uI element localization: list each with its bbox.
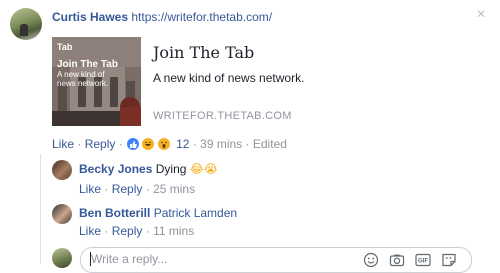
- post-timestamp[interactable]: 39 mins: [200, 137, 242, 151]
- post-actions: Like · Reply · 12 · 39 mins · Edited: [52, 136, 287, 152]
- reply-button[interactable]: Reply: [85, 137, 116, 151]
- thumbnail-subtitle: A new kind of news network.: [57, 70, 109, 88]
- svg-text:GIF: GIF: [418, 259, 428, 265]
- camera-icon[interactable]: [389, 252, 405, 268]
- thread-divider: [40, 154, 41, 264]
- separator: ·: [104, 223, 109, 238]
- edited-label[interactable]: Edited: [253, 137, 287, 151]
- reply-actions: Like · Reply · 11 mins: [79, 223, 194, 238]
- reply-author-name[interactable]: Becky Jones: [79, 162, 152, 176]
- reply-author-name[interactable]: Ben Botterill: [79, 206, 150, 220]
- reply-emoji: 😂😭: [189, 162, 218, 176]
- separator: ·: [118, 136, 123, 151]
- separator: ·: [77, 136, 82, 151]
- reply-reply-button[interactable]: Reply: [112, 224, 143, 238]
- like-reaction-icon: [126, 137, 141, 152]
- reply-composer[interactable]: Write a reply... GIF: [80, 247, 472, 273]
- reply-like-button[interactable]: Like: [79, 224, 101, 238]
- preview-title[interactable]: Join The Tab: [153, 43, 254, 62]
- link-preview-card[interactable]: Tab Join The Tab A new kind of news netw…: [52, 37, 305, 126]
- preview-thumbnail[interactable]: Tab Join The Tab A new kind of news netw…: [52, 37, 141, 126]
- emoji-icon[interactable]: [363, 252, 379, 268]
- reply-timestamp[interactable]: 25 mins: [153, 182, 195, 196]
- reply-reply-button[interactable]: Reply: [112, 182, 143, 196]
- separator: ·: [245, 136, 250, 151]
- separator: ·: [145, 223, 150, 238]
- thumbnail-title: Join The Tab: [57, 59, 118, 70]
- sticker-icon[interactable]: [441, 252, 457, 268]
- post-author-avatar[interactable]: [10, 8, 42, 40]
- close-icon[interactable]: ×: [474, 7, 488, 23]
- reply-author-avatar[interactable]: [52, 160, 72, 180]
- post-header: Curtis Hawes https://writefor.thetab.com…: [52, 10, 272, 24]
- preview-description: A new kind of news network.: [153, 71, 305, 85]
- separator: ·: [104, 181, 109, 196]
- thumbnail-text: Tab Join The Tab A new kind of news netw…: [57, 42, 118, 88]
- reply-timestamp[interactable]: 11 mins: [153, 224, 194, 238]
- reply-text: Dying: [155, 162, 187, 176]
- gif-icon[interactable]: GIF: [415, 252, 431, 268]
- preview-domain: WRITEFOR.THETAB.COM: [153, 110, 292, 122]
- like-button[interactable]: Like: [52, 137, 74, 151]
- reply-input[interactable]: Write a reply...: [91, 252, 167, 266]
- reply-like-button[interactable]: Like: [79, 182, 101, 196]
- reactions-summary[interactable]: 12: [126, 136, 189, 152]
- mentioned-user[interactable]: Patrick Lamden: [154, 206, 237, 220]
- reply-actions: Like · Reply · 25 mins: [79, 181, 195, 196]
- thumbnail-logo: Tab: [57, 42, 73, 52]
- current-user-avatar: [52, 248, 72, 268]
- post-author-name[interactable]: Curtis Hawes: [52, 10, 128, 24]
- reply-author-avatar[interactable]: [52, 204, 72, 224]
- haha-reaction-icon: [141, 137, 156, 152]
- reaction-count[interactable]: 12: [176, 137, 189, 151]
- reply-comment: Ben Botterill Patrick Lamden: [79, 206, 237, 220]
- separator: ·: [145, 181, 150, 196]
- post-link[interactable]: https://writefor.thetab.com/: [131, 10, 272, 24]
- reply-comment: Becky Jones Dying 😂😭: [79, 162, 218, 176]
- separator: ·: [192, 136, 197, 151]
- wow-reaction-icon: [156, 137, 171, 152]
